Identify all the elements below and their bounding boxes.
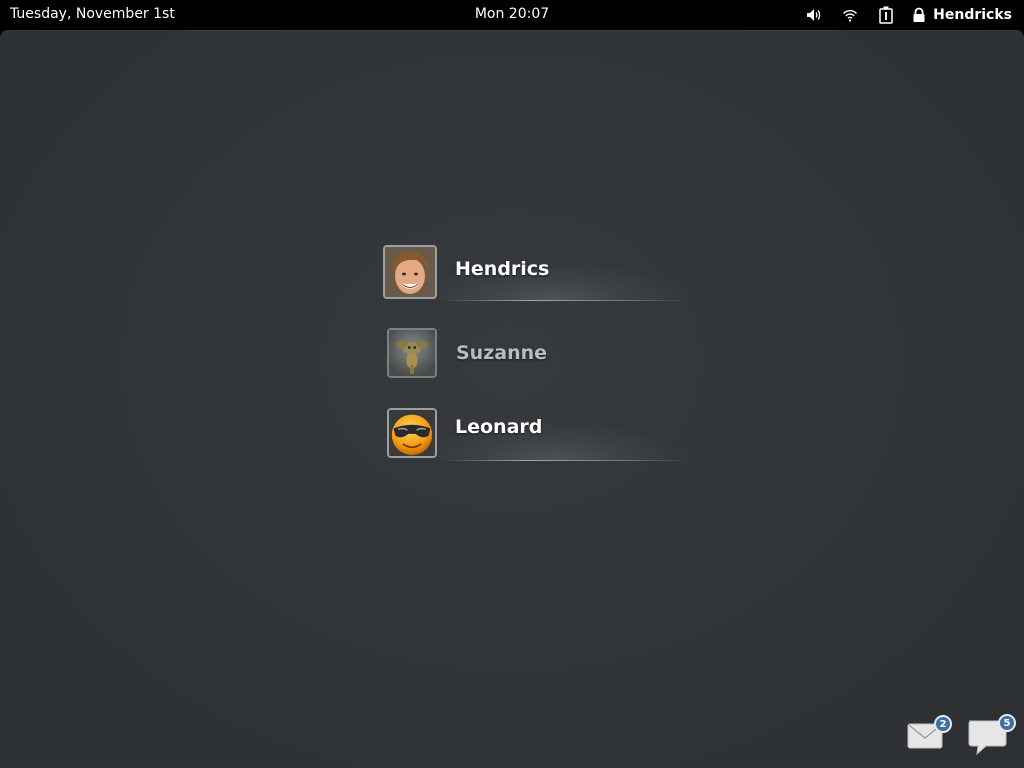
wifi-icon[interactable] bbox=[839, 4, 861, 26]
volume-icon[interactable] bbox=[803, 4, 825, 26]
lock-icon bbox=[913, 7, 925, 22]
user-name: Leonard bbox=[455, 416, 543, 438]
selection-underline bbox=[440, 300, 690, 301]
user-name: Suzanne bbox=[456, 342, 548, 364]
login-screen: Hendrics Suzanne Leonard 2 5 bbox=[0, 30, 1024, 768]
top-panel: Tuesday, November 1st Mon 20:07 Hendrick… bbox=[0, 0, 1024, 30]
user-item-suzanne[interactable]: Suzanne bbox=[380, 326, 700, 388]
user-item-leonard[interactable]: Leonard bbox=[380, 402, 700, 464]
user-menu-label: Hendricks bbox=[933, 7, 1012, 23]
chat-count-badge: 5 bbox=[998, 714, 1016, 732]
user-name: Hendrics bbox=[455, 258, 550, 280]
accessibility-icon[interactable] bbox=[875, 4, 897, 26]
user-item-hendrics[interactable]: Hendrics bbox=[380, 242, 700, 304]
chat-notification[interactable]: 5 bbox=[966, 713, 1018, 759]
selection-underline bbox=[440, 460, 690, 461]
avatar-face-photo[interactable] bbox=[383, 245, 437, 299]
mail-count-badge: 2 bbox=[934, 715, 952, 733]
avatar-creature[interactable] bbox=[387, 328, 437, 378]
user-menu[interactable]: Hendricks bbox=[911, 7, 1012, 23]
status-tray: Hendricks bbox=[789, 0, 1012, 30]
mail-notification[interactable]: 2 bbox=[906, 714, 952, 754]
avatar-sunglasses-smiley[interactable] bbox=[387, 408, 437, 458]
